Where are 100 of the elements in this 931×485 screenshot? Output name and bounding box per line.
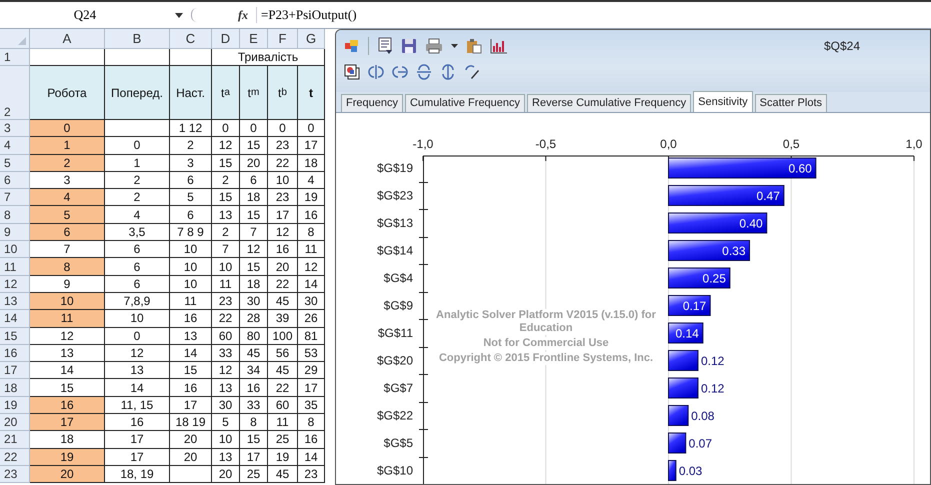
axis-tick-label: 0,0 <box>660 137 677 151</box>
insert-function-button[interactable]: fx <box>238 8 248 22</box>
table-cell: 10 <box>105 310 170 328</box>
column-header[interactable]: A <box>30 29 105 49</box>
row-header[interactable]: 23 <box>0 466 30 484</box>
column-heading-cell: t <box>298 66 325 120</box>
table-cell: 18 <box>240 189 268 206</box>
column-header[interactable]: D <box>212 29 240 49</box>
table-cell: 17 <box>105 431 170 449</box>
table-cell: 5 <box>30 206 105 224</box>
row-header[interactable]: 9 <box>0 224 30 242</box>
report-icon[interactable] <box>377 37 393 55</box>
table-cell <box>105 120 170 138</box>
table-cell: 30 <box>240 292 268 310</box>
copy-chart-icon[interactable] <box>344 64 360 80</box>
table-cell: 80 <box>240 328 268 345</box>
table-cell: 23 <box>268 137 298 155</box>
row-header[interactable]: 11 <box>0 258 30 276</box>
column-heading-cell: Робота <box>30 66 105 120</box>
table-cell: 60 <box>212 328 240 345</box>
dropdown-arrow-icon[interactable] <box>451 44 458 48</box>
column-header[interactable]: E <box>240 29 268 49</box>
column-header[interactable]: B <box>105 29 170 49</box>
table-cell: 16 <box>170 310 212 328</box>
bar <box>668 350 698 371</box>
dropdown-arrow-icon[interactable] <box>175 12 183 18</box>
table-cell: 18 19 <box>170 414 212 432</box>
chart-icon[interactable] <box>490 38 508 54</box>
table-cell: 7 <box>240 224 268 242</box>
table-cell: 2 <box>170 137 212 155</box>
category-label: $G$4 <box>384 271 413 285</box>
row-header[interactable]: 5 <box>0 154 30 172</box>
table-cell: 22 <box>268 276 298 293</box>
reset-pencil-icon[interactable] <box>464 64 480 80</box>
table-cell: 11 <box>170 292 212 310</box>
clipboard-icon[interactable] <box>466 38 482 54</box>
table-cell: 34 <box>240 362 268 380</box>
table-cell: 6 <box>170 206 212 224</box>
table-cell: 3 <box>170 154 212 172</box>
data-label: 0.17 <box>682 299 706 313</box>
name-box[interactable]: Q24 <box>0 7 170 23</box>
table-cell: 15 <box>240 206 268 224</box>
column-header[interactable]: F <box>268 29 298 49</box>
table-cell: 12 <box>240 241 268 258</box>
table-cell: 0 <box>105 328 170 345</box>
row-header[interactable]: 15 <box>0 328 30 345</box>
row-header[interactable]: 17 <box>0 362 30 380</box>
save-icon[interactable] <box>401 38 417 54</box>
column-header[interactable]: C <box>170 29 212 49</box>
tab[interactable]: Sensitivity <box>693 91 753 112</box>
table-cell: 1 <box>105 154 170 172</box>
row-header[interactable]: 21 <box>0 431 30 449</box>
table-cell: 17 <box>240 448 268 466</box>
row-header[interactable]: 19 <box>0 396 30 414</box>
row-header[interactable]: 16 <box>0 344 30 362</box>
row-header[interactable]: 20 <box>0 414 30 432</box>
bar <box>668 432 686 454</box>
row-header[interactable]: 13 <box>0 292 30 310</box>
table-cell: 45 <box>268 466 298 484</box>
tab[interactable]: Cumulative Frequency <box>404 94 526 112</box>
row-header[interactable]: 8 <box>0 206 30 224</box>
row-header[interactable]: 22 <box>0 448 30 466</box>
row-header[interactable]: 1 <box>0 49 30 66</box>
table-cell: 45 <box>268 362 298 380</box>
row-header[interactable]: 18 <box>0 379 30 397</box>
table-cell: 45 <box>268 292 298 310</box>
category-label: $G$7 <box>384 381 413 395</box>
data-label: 0.12 <box>700 382 724 396</box>
table-cell: 6 <box>105 276 170 293</box>
category-label: $G$20 <box>376 354 413 368</box>
data-label: 0.14 <box>676 326 699 340</box>
table-cell: 6 <box>105 241 170 258</box>
category-label: $G$11 <box>378 326 413 340</box>
row-header[interactable]: 2 <box>0 66 30 120</box>
table-cell: 15 <box>170 362 212 380</box>
print-icon[interactable] <box>425 38 443 54</box>
row-header[interactable]: 7 <box>0 189 30 206</box>
category-label: $G$5 <box>384 436 413 450</box>
row-header[interactable]: 12 <box>0 276 30 293</box>
row-header[interactable]: 14 <box>0 310 30 328</box>
row-header[interactable]: 10 <box>0 241 30 258</box>
table-cell: 10 <box>170 241 212 258</box>
table-cell: 7 8 9 <box>170 224 212 242</box>
data-label: 0.07 <box>688 436 712 450</box>
table-cell: 16 <box>240 379 268 397</box>
column-header[interactable]: G <box>298 29 325 49</box>
app-icon[interactable] <box>344 38 360 54</box>
row-header[interactable]: 6 <box>0 172 30 190</box>
row-header[interactable]: 4 <box>0 137 30 155</box>
tab[interactable]: Reverse Cumulative Frequency <box>527 94 692 112</box>
row-header[interactable]: 3 <box>0 120 30 138</box>
tab[interactable]: Scatter Plots <box>754 94 828 112</box>
table-cell: 0 <box>268 120 298 138</box>
table-cell: 6 <box>170 172 212 190</box>
data-label: 0.33 <box>722 244 746 258</box>
table-cell: 18, 19 <box>105 466 170 484</box>
formula-field[interactable]: =P23+PsiOutput() <box>256 7 931 23</box>
window-title: $Q$24 <box>824 39 860 53</box>
table-cell: 5 <box>170 189 212 206</box>
tab[interactable]: Frequency <box>341 94 403 112</box>
